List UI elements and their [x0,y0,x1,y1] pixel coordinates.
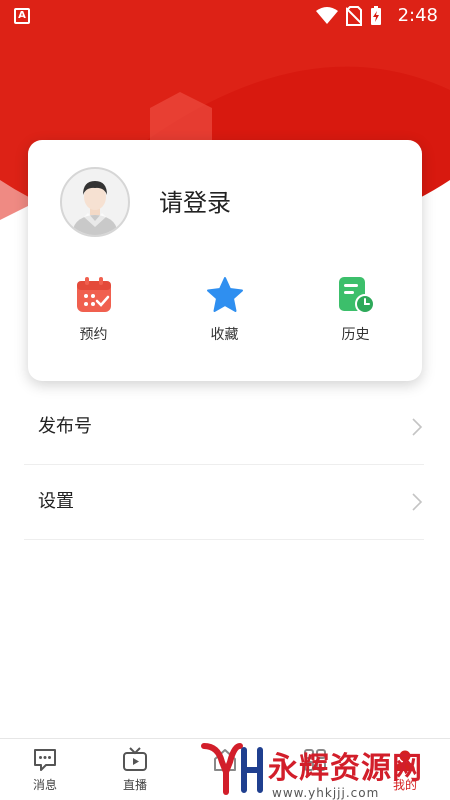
quick-item-label: 收藏 [210,327,239,343]
tab-live[interactable]: 直播 [90,739,180,800]
quick-actions: 预约 收藏 历史 [28,275,422,345]
chevron-right-icon [412,418,423,436]
wifi-icon [316,7,338,24]
menu-item-settings[interactable]: 设置 [24,465,424,540]
quick-item-favorites[interactable]: 收藏 [159,275,290,345]
default-avatar-icon [73,181,117,235]
chevron-right-icon [412,493,423,511]
status-time: 2:48 [397,5,438,26]
menu-item-publish[interactable]: 发布号 [24,390,424,465]
tab-messages[interactable]: 消息 [0,739,90,800]
no-sim-icon [346,6,362,26]
avatar[interactable] [60,167,130,237]
quick-item-history[interactable]: 历史 [290,275,421,345]
quick-item-reservation[interactable]: 预约 [28,275,159,345]
settings-menu: 发布号 设置 [24,390,424,540]
menu-item-label: 发布号 [38,416,92,437]
watermark: 永辉资源网 www.yhkjjj.com [200,742,450,800]
watermark-url: www.yhkjjj.com [272,786,380,800]
tv-icon [123,747,147,771]
login-prompt[interactable]: 请登录 [159,187,231,219]
system-icons [316,6,382,26]
quick-item-label: 预约 [79,327,108,343]
message-icon [34,749,56,771]
app-notification-icon: A [14,8,30,24]
status-bar: A 2:48 [0,0,450,32]
battery-charging-icon [371,6,381,25]
watermark-title: 永辉资源网 [268,751,423,786]
history-icon [338,277,375,314]
calendar-icon [76,277,111,312]
profile-card: 请登录 预约 收藏 历史 [28,140,422,381]
tab-label: 消息 [32,778,57,792]
tab-label: 直播 [122,778,147,792]
quick-item-label: 历史 [341,327,370,343]
menu-item-label: 设置 [38,491,74,512]
star-icon [206,277,243,312]
watermark-logo-icon [201,743,263,795]
